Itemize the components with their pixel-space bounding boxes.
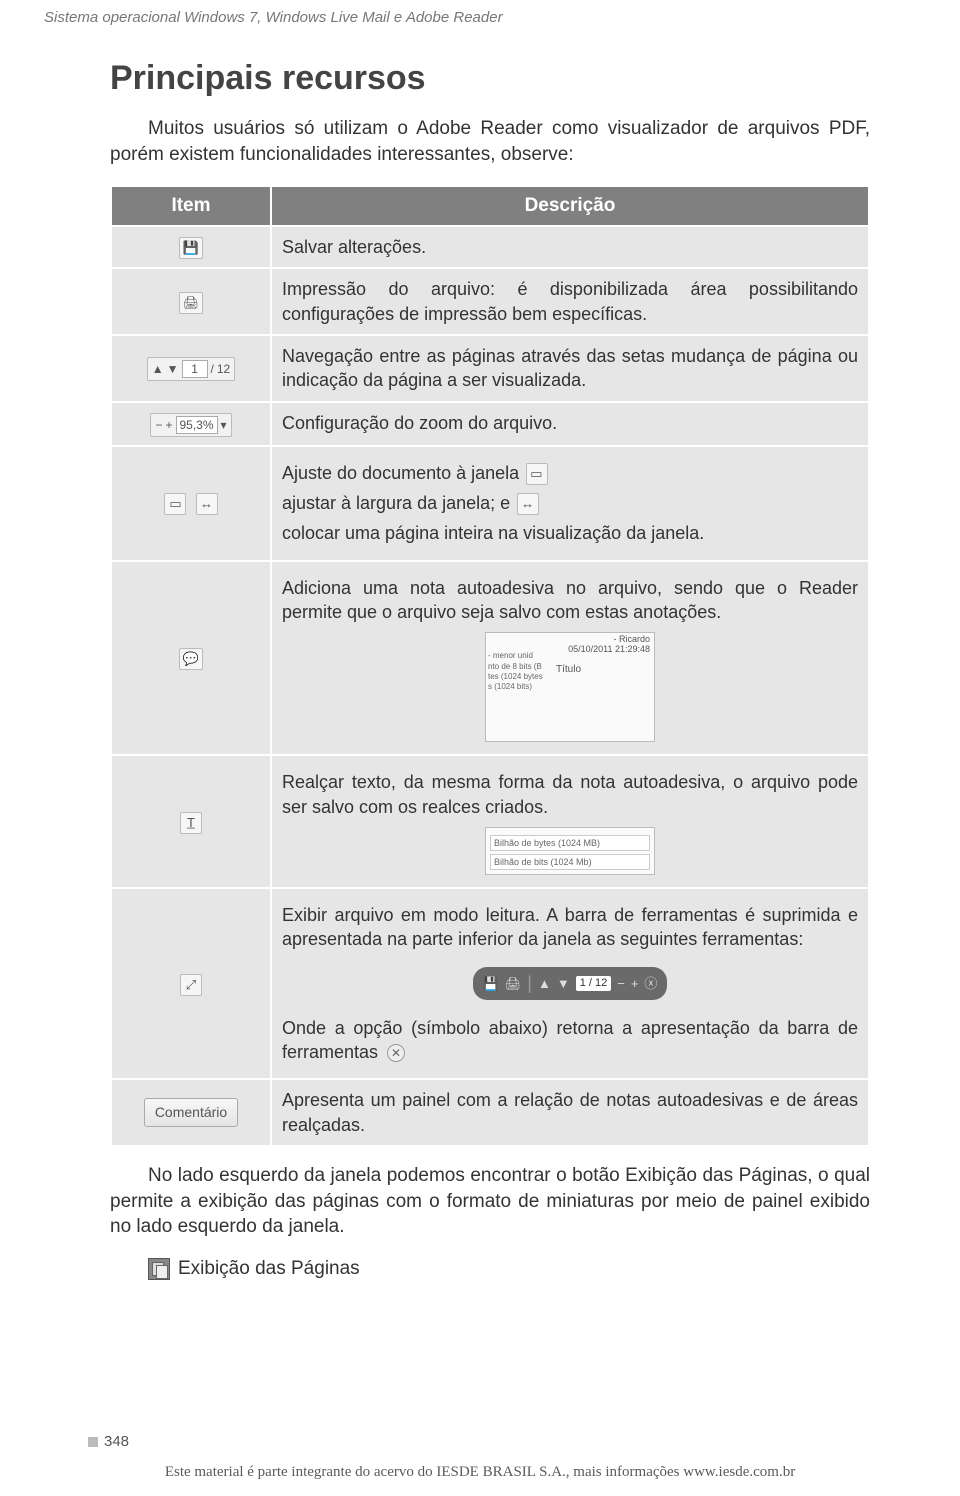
reading-toolbar-preview: 💾 🖨 | ▲ ▼ 1 / 12 − + ⓧ	[473, 967, 668, 999]
zoom-in-icon: +	[165, 417, 172, 433]
highlight-line: Bilhão de bytes (1024 MB)	[490, 835, 650, 851]
section-title: Principais recursos	[110, 56, 870, 102]
highlight-text: Realçar texto, da mesma forma da nota au…	[282, 770, 858, 819]
th-item: Item	[111, 186, 271, 226]
sticky-note-preview: - Ricardo 05/10/2011 21:29:48 - menor un…	[485, 632, 655, 742]
th-desc: Descrição	[271, 186, 869, 226]
table-row: 💬 Adiciona uma nota autoadesiva no arqui…	[111, 561, 869, 756]
tb-zoomout-icon: −	[617, 975, 625, 993]
page-sep: /	[211, 361, 214, 377]
sticky-line: nto de 8 bits (B	[488, 662, 543, 672]
fit-width-inline-icon: ↔	[517, 493, 539, 515]
sticky-line: s (1024 bits)	[488, 682, 543, 692]
zoom-out-icon: −	[155, 417, 162, 433]
table-row: ▲ ▼ 1 / 12 Navegação entre as páginas at…	[111, 335, 869, 402]
zoom-control-icon: − + 95,3% ▾	[150, 413, 231, 437]
sticky-text: Adiciona uma nota autoadesiva no arquivo…	[282, 576, 858, 625]
page-current: 1	[182, 360, 208, 378]
page-thumbnails-row: Exibição das Páginas	[148, 1256, 870, 1282]
desc-comment: Apresenta um painel com a relação de not…	[271, 1079, 869, 1146]
desc-highlight: Realçar texto, da mesma forma da nota au…	[271, 755, 869, 888]
running-header: Sistema operacional Windows 7, Windows L…	[0, 0, 960, 28]
tb-up-icon: ▲	[538, 975, 551, 993]
sticky-note-icon: 💬	[179, 648, 203, 670]
table-row: Comentário Apresenta um painel com a rel…	[111, 1079, 869, 1146]
table-row: ⤢ Exibir arquivo em modo leitura. A barr…	[111, 888, 869, 1079]
fit-page-inline-icon: ▭	[526, 463, 548, 485]
sticky-date: 05/10/2011 21:29:48	[568, 645, 650, 655]
fit-width-icon: ↔	[196, 493, 218, 515]
fit-text-c: colocar uma página inteira na visualizaç…	[282, 523, 704, 543]
page-thumbnails-label: Exibição das Páginas	[178, 1256, 360, 1282]
desc-reading: Exibir arquivo em modo leitura. A barra …	[271, 888, 869, 1079]
tb-page: 1 / 12	[576, 976, 612, 991]
content-area: Principais recursos Muitos usuários só u…	[0, 28, 960, 1281]
sticky-line: tes (1024 bytes	[488, 672, 543, 682]
reading-mode-icon: ⤢	[180, 974, 202, 996]
fit-text-b: ajustar à largura da janela; e	[282, 493, 510, 513]
fit-text-a: Ajuste do documento à janela	[282, 463, 519, 483]
arrow-up-icon: ▲	[152, 361, 164, 377]
tb-close-icon: ⓧ	[644, 975, 657, 993]
desc-print: Impressão do arquivo: é disponibilizada …	[271, 268, 869, 335]
save-icon: 💾	[179, 237, 203, 259]
table-row: ▭ ↔ Ajuste do documento à janela ▭ ajust…	[111, 446, 869, 561]
desc-zoom: Configuração do zoom do arquivo.	[271, 402, 869, 446]
tb-zoomin-icon: +	[631, 975, 639, 993]
page-nav-icon: ▲ ▼ 1 / 12	[147, 357, 235, 381]
page-total: 12	[217, 361, 230, 377]
zoom-value: 95,3%	[176, 416, 218, 434]
reading-text-a: Exibir arquivo em modo leitura. A barra …	[282, 903, 858, 952]
highlight-line: Bilhão de bits (1024 Mb)	[490, 854, 650, 870]
desc-sticky: Adiciona uma nota autoadesiva no arquivo…	[271, 561, 869, 756]
close-circle-icon: ✕	[387, 1044, 405, 1062]
highlight-preview: Bilhão de bytes (1024 MB) Bilhão de bits…	[485, 827, 655, 875]
table-row: 🖨 Impressão do arquivo: é disponibilizad…	[111, 268, 869, 335]
page-number: 348	[88, 1432, 129, 1452]
desc-nav: Navegação entre as páginas através das s…	[271, 335, 869, 402]
page-thumbnails-icon	[148, 1258, 170, 1280]
tb-print-icon: 🖨	[505, 975, 522, 993]
table-row: 💾 Salvar alterações.	[111, 226, 869, 268]
table-row: − + 95,3% ▾ Configuração do zoom do arqu…	[111, 402, 869, 446]
comentario-button-icon: Comentário	[144, 1098, 238, 1127]
tb-down-icon: ▼	[557, 975, 570, 993]
reading-text-b: Onde a opção (símbolo abaixo) retorna a …	[282, 1018, 858, 1062]
table-row: T̲ Realçar texto, da mesma forma da nota…	[111, 755, 869, 888]
arrow-down-icon: ▼	[167, 361, 179, 377]
features-table: Item Descrição 💾 Salvar alterações. 🖨 Im…	[110, 185, 870, 1146]
tb-save-icon: 💾	[483, 975, 499, 993]
body-paragraph: No lado esquerdo da janela podemos encon…	[110, 1163, 870, 1240]
fit-page-icon: ▭	[164, 493, 186, 515]
print-icon: 🖨	[179, 292, 204, 314]
intro-paragraph: Muitos usuários só utilizam o Adobe Read…	[110, 116, 870, 167]
highlight-icon: T̲	[180, 812, 202, 834]
sticky-line: - menor unid	[488, 651, 543, 661]
chevron-down-icon: ▾	[221, 417, 227, 433]
footer-text: Este material é parte integrante do acer…	[0, 1462, 960, 1482]
desc-save: Salvar alterações.	[271, 226, 869, 268]
desc-fit: Ajuste do documento à janela ▭ ajustar à…	[271, 446, 869, 561]
sticky-titulo: Título	[556, 663, 581, 677]
